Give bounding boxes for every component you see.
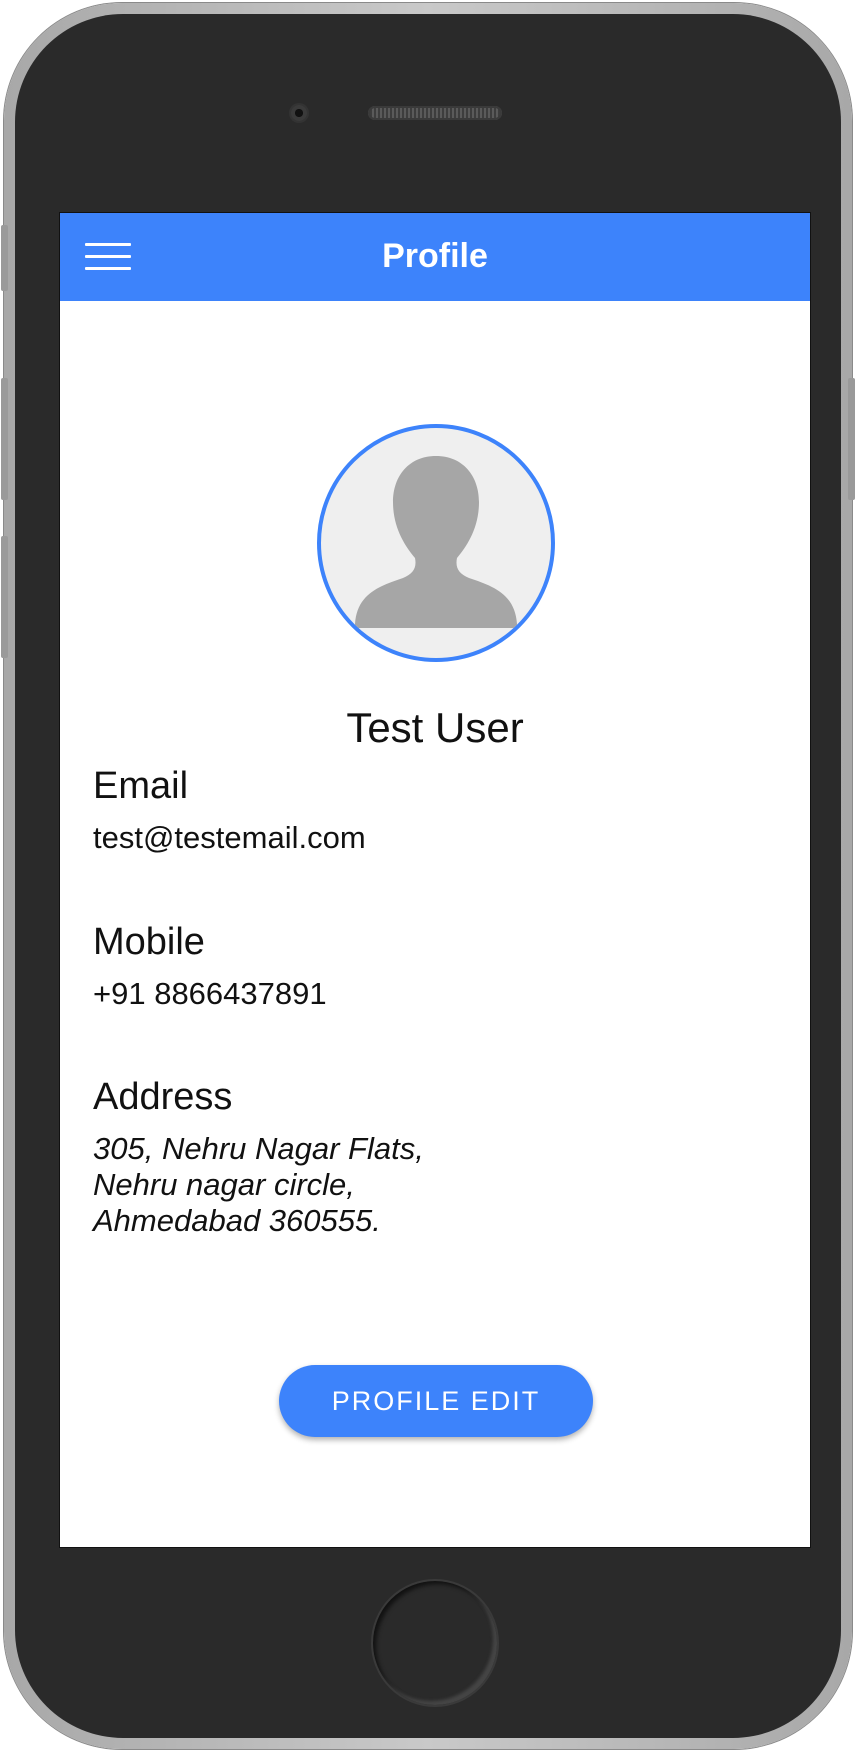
address-label: Address: [93, 1076, 233, 1118]
app-screen: Profile Test User Email test@testemail.c…: [59, 212, 811, 1548]
address-line-1: 305, Nehru Nagar Flats,: [93, 1131, 424, 1166]
avatar[interactable]: [317, 424, 555, 662]
address-line-3: Ahmedabad 360555.: [93, 1203, 381, 1238]
email-label: Email: [93, 765, 189, 807]
user-silhouette-icon: [355, 456, 517, 628]
phone-frame: Profile Test User Email test@testemail.c…: [1, 3, 855, 1749]
email-value: test@testemail.com: [93, 820, 366, 855]
address-line-2: Nehru nagar circle,: [93, 1167, 355, 1202]
page-title: Profile: [382, 237, 488, 275]
volume-down-button: [1, 536, 8, 658]
stage: Profile Test User Email test@testemail.c…: [0, 0, 862, 1754]
power-button: [848, 378, 855, 500]
app-bar: Profile: [60, 213, 810, 301]
profile-edit-button[interactable]: PROFILE EDIT: [279, 1365, 593, 1437]
mobile-value: +91 8866437891: [93, 976, 327, 1011]
mute-switch: [1, 225, 8, 291]
mobile-label: Mobile: [93, 921, 205, 963]
earpiece-speaker: [368, 106, 502, 120]
user-name: Test User: [346, 704, 524, 751]
front-camera: [291, 105, 307, 121]
home-button[interactable]: [371, 1579, 499, 1707]
volume-up-button: [1, 378, 8, 500]
